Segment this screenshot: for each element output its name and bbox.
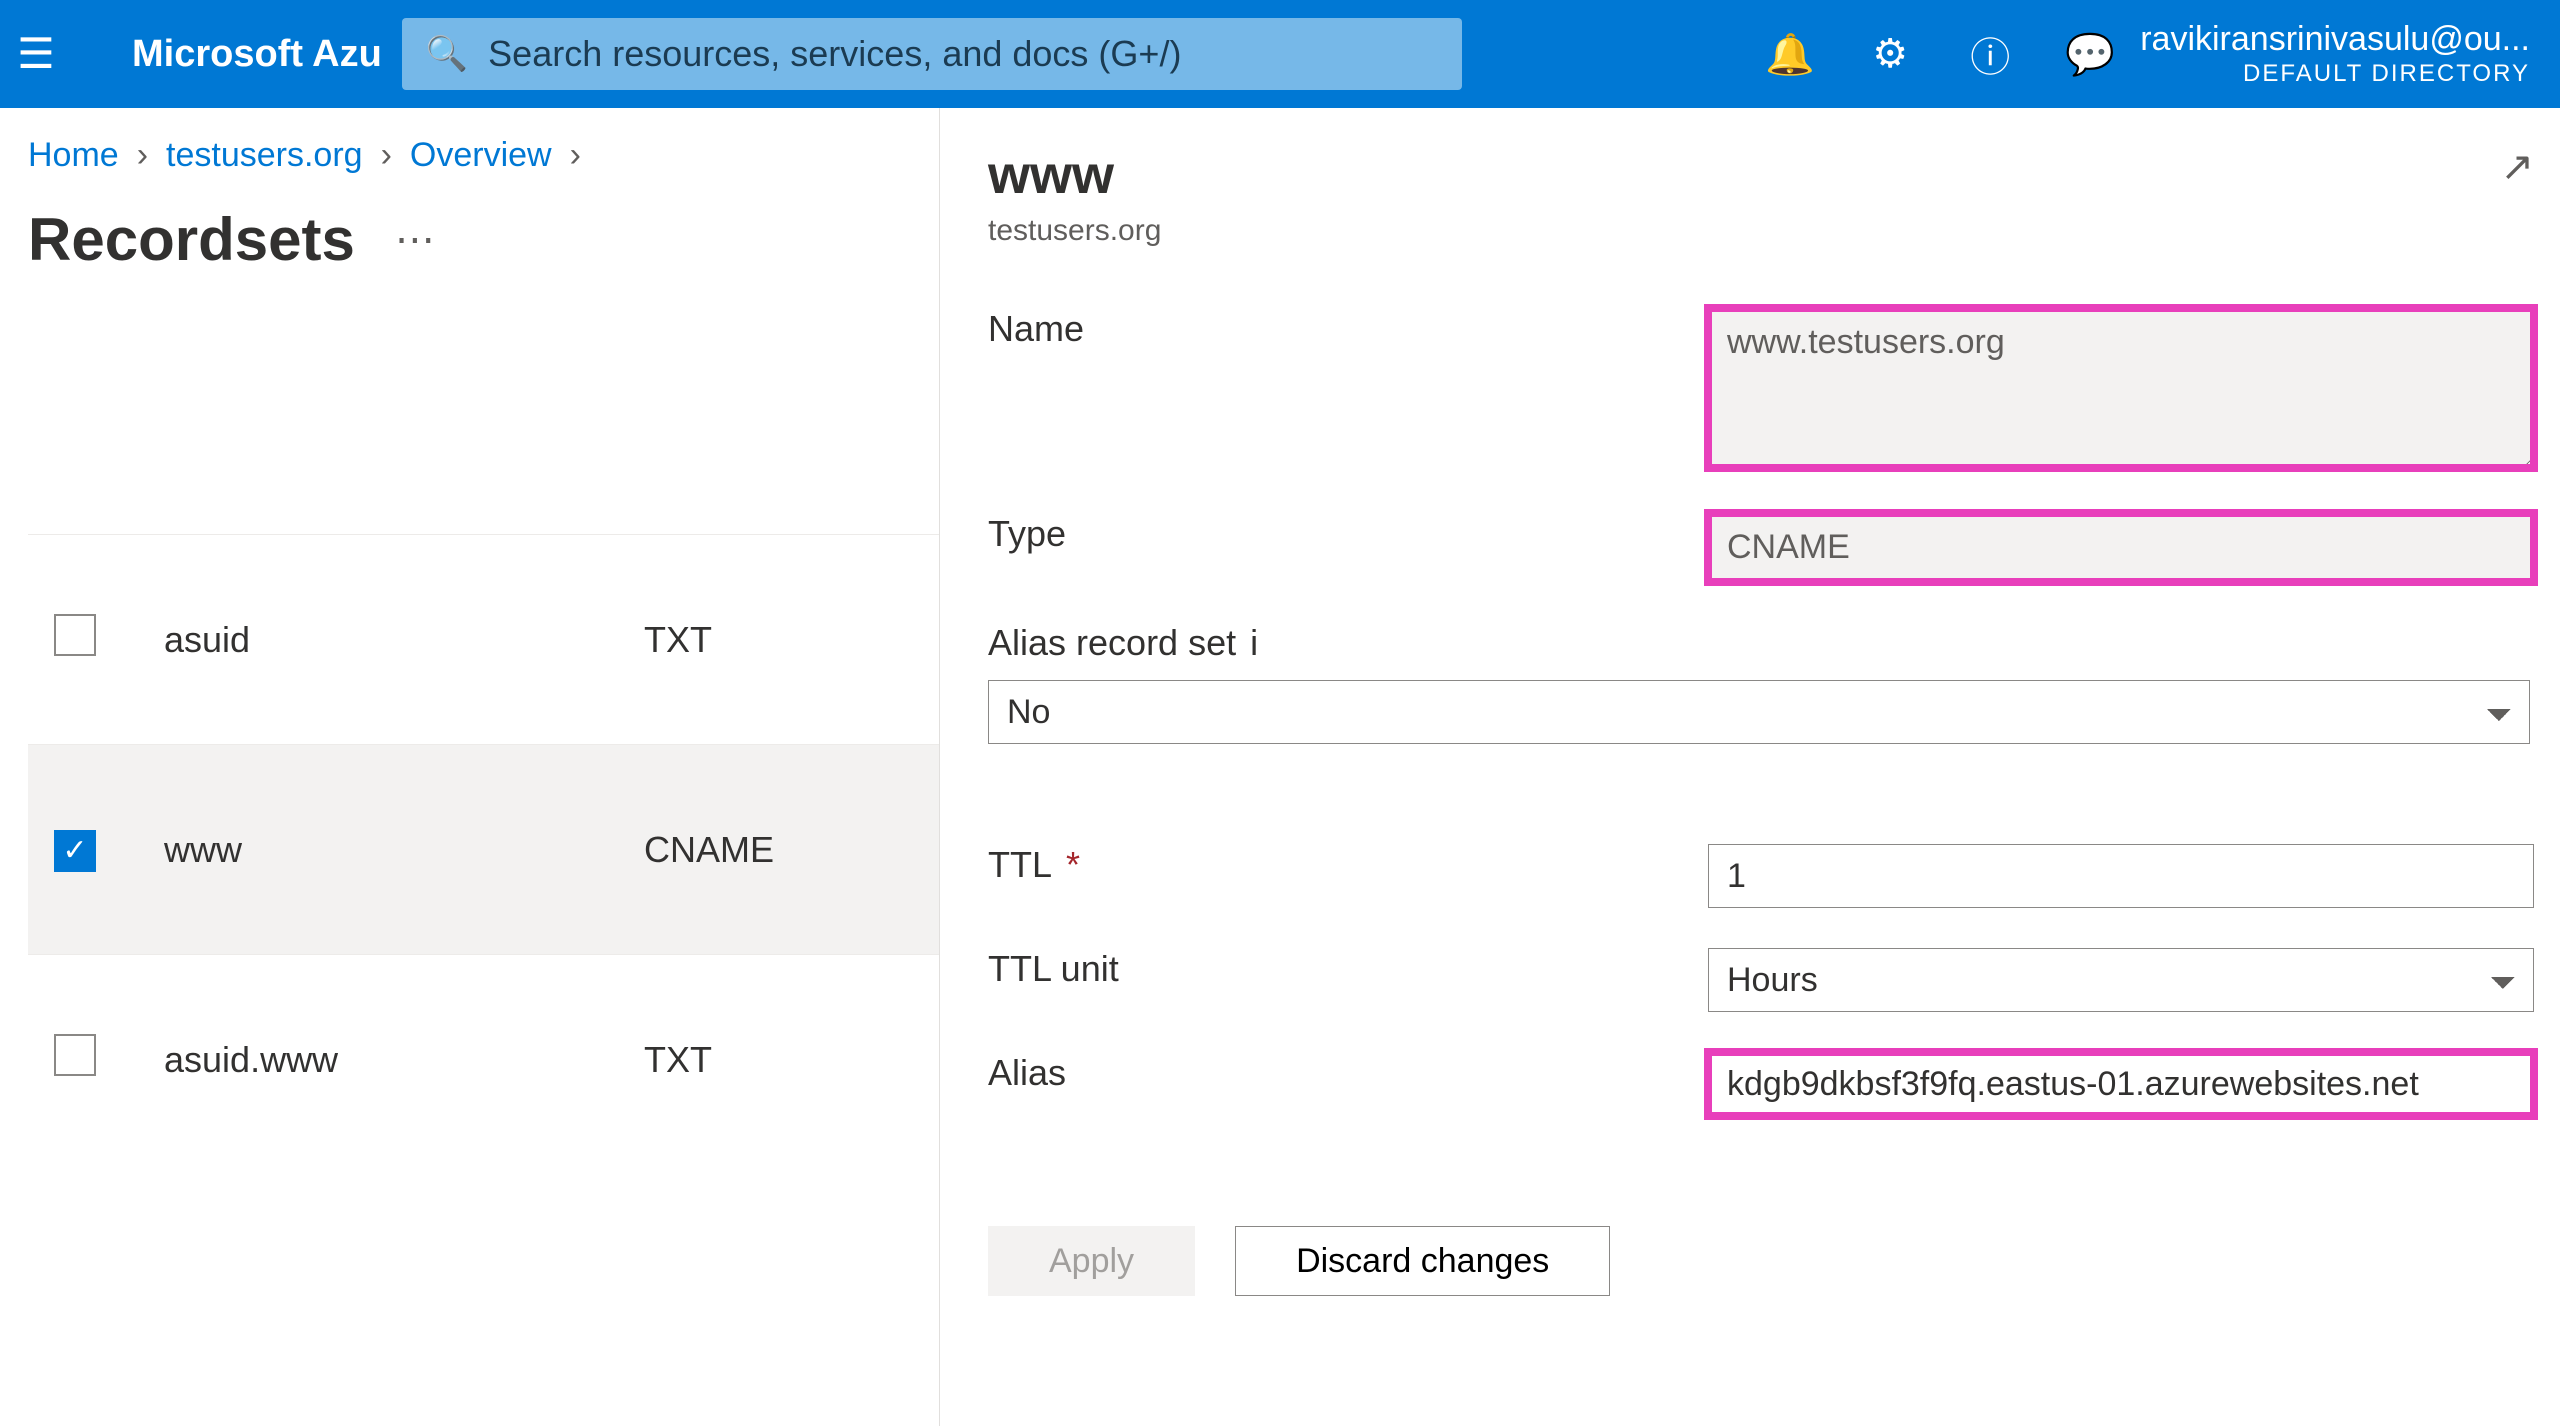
search-icon: 🔍 [426, 34, 468, 74]
apply-button: Apply [988, 1226, 1195, 1296]
maximize-icon[interactable]: ↗ [2500, 144, 2534, 190]
required-indicator: * [1066, 844, 1080, 886]
ttl-label: TTL [988, 844, 1052, 886]
record-name: asuid.www [164, 1039, 644, 1081]
record-name: www [164, 829, 644, 871]
search-placeholder: Search resources, services, and docs (G+… [488, 33, 1181, 75]
account-email: ravikiransrinivasulu@ou... [2140, 19, 2530, 60]
breadcrumb-home[interactable]: Home [28, 136, 119, 175]
feedback-icon[interactable]: 💬 [2040, 31, 2140, 78]
detail-pane: www testusers.org ↗ Name Type [940, 108, 2560, 1426]
row-checkbox[interactable] [54, 1034, 96, 1076]
records-table: asuid TXT ✓ www CNAME asuid.www TXT [28, 534, 939, 1164]
alias-record-set-label: Alias record set [988, 622, 1236, 664]
table-row[interactable]: asuid TXT [28, 534, 939, 744]
record-type: TXT [644, 619, 939, 661]
brand: Microsoft Azu [132, 33, 382, 76]
record-type: TXT [644, 1039, 939, 1081]
help-icon[interactable]: ⓘ [1940, 25, 2040, 83]
info-icon[interactable]: i [1250, 622, 1258, 664]
alias-record-set-select[interactable]: No [988, 680, 2530, 744]
search-input[interactable]: 🔍 Search resources, services, and docs (… [402, 18, 1462, 90]
account-menu[interactable]: ravikiransrinivasulu@ou... DEFAULT DIREC… [2140, 19, 2550, 89]
type-label: Type [988, 513, 1708, 555]
record-name: asuid [164, 619, 644, 661]
row-checkbox[interactable] [54, 614, 96, 656]
ttl-unit-label: TTL unit [988, 948, 1708, 990]
ttl-field[interactable] [1708, 844, 2534, 908]
name-label: Name [988, 308, 1708, 350]
ttl-unit-select[interactable]: Hours [1708, 948, 2534, 1012]
chevron-right-icon: › [570, 136, 581, 175]
table-row[interactable]: asuid.www TXT [28, 954, 939, 1164]
breadcrumb: Home › testusers.org › Overview › [28, 136, 939, 175]
table-row[interactable]: ✓ www CNAME [28, 744, 939, 954]
alias-label: Alias [988, 1052, 1708, 1094]
detail-subtitle: testusers.org [988, 214, 1161, 248]
name-field [1708, 308, 2534, 468]
more-icon[interactable]: ⋯ [395, 217, 435, 263]
detail-title: www [988, 144, 1161, 206]
account-directory: DEFAULT DIRECTORY [2140, 60, 2530, 89]
chevron-right-icon: › [381, 136, 392, 175]
breadcrumb-zone[interactable]: testusers.org [166, 136, 363, 175]
record-type: CNAME [644, 829, 939, 871]
type-field [1708, 513, 2534, 582]
chevron-right-icon: › [137, 136, 148, 175]
alias-field[interactable] [1708, 1052, 2534, 1116]
notifications-icon[interactable]: 🔔 [1740, 31, 1840, 78]
discard-button[interactable]: Discard changes [1235, 1226, 1610, 1296]
breadcrumb-overview[interactable]: Overview [410, 136, 552, 175]
page-title: Recordsets [28, 205, 355, 274]
hamburger-icon[interactable]: ☰ [10, 33, 62, 75]
settings-icon[interactable]: ⚙ [1840, 31, 1940, 77]
row-checkbox[interactable]: ✓ [54, 830, 96, 872]
topbar: ☰ Microsoft Azu 🔍 Search resources, serv… [0, 0, 2560, 108]
left-pane: Home › testusers.org › Overview › Record… [0, 108, 940, 1426]
